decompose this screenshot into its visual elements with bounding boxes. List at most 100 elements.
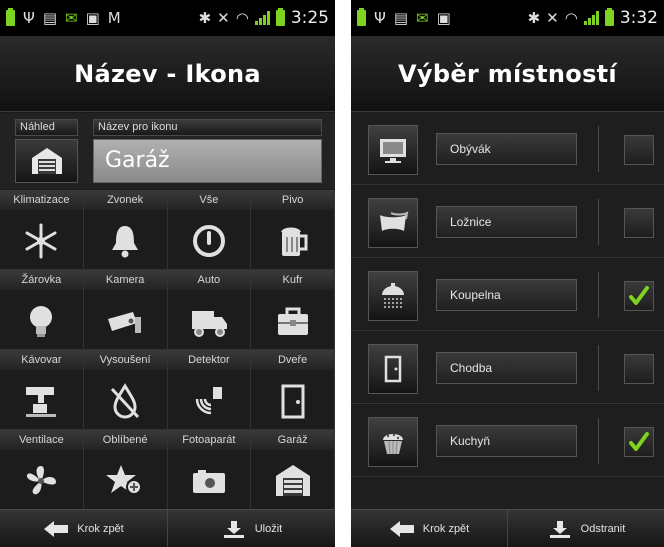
garage-icon bbox=[275, 464, 310, 496]
icon-cell-detektor[interactable]: Detektor bbox=[167, 350, 252, 430]
icon-cell-pivo[interactable]: Pivo bbox=[251, 190, 335, 270]
battery-icon bbox=[275, 8, 285, 26]
pillow-icon bbox=[380, 211, 409, 231]
lightbulb-icon bbox=[30, 305, 53, 337]
room-name: Kuchyň bbox=[436, 425, 577, 457]
wifi-icon: ◠ bbox=[235, 8, 249, 27]
back-button-label: Krok zpět bbox=[77, 522, 124, 535]
room-row-chodba[interactable]: Chodba bbox=[351, 332, 664, 404]
icon-cell-label: Fotoaparát bbox=[167, 430, 251, 450]
icon-cell-kavovar[interactable]: Kávovar bbox=[0, 350, 84, 430]
wifi-icon: ◠ bbox=[564, 8, 578, 27]
icon-cell-vysouseni[interactable]: Vysoušení bbox=[83, 350, 168, 430]
icon-cell-label: Garáž bbox=[251, 430, 334, 450]
room-checkbox[interactable] bbox=[624, 208, 654, 238]
room-list: Obývák Ložnice Koupelna Chodba Kuchyň bbox=[351, 113, 664, 509]
signal-icon bbox=[583, 11, 599, 25]
back-button[interactable]: Krok zpět bbox=[0, 510, 168, 547]
status-bar: Ψ ▤ ✉ ▣ ✱ ✕ ◠ 3:32 bbox=[351, 0, 664, 36]
icon-cell-ventilace[interactable]: Ventilace bbox=[0, 430, 84, 510]
icon-cell-kufr[interactable]: Kufr bbox=[251, 270, 335, 350]
icon-cell-vse[interactable]: Vše bbox=[167, 190, 252, 270]
download-icon bbox=[549, 520, 570, 538]
icon-cell-oblibene[interactable]: Oblíbené bbox=[83, 430, 168, 510]
battery-icon bbox=[6, 8, 15, 26]
icon-name-screen: Ψ ▤ ✉ ▣ M ✱ ✕ ◠ 3:25 Název - Ikona Náhle… bbox=[0, 0, 335, 547]
star-add-icon bbox=[106, 464, 143, 495]
icon-cell-label: Ventilace bbox=[0, 430, 83, 450]
suitcase-icon bbox=[277, 307, 308, 335]
no-drop-icon bbox=[111, 382, 140, 418]
room-checkbox[interactable] bbox=[624, 281, 654, 311]
image-icon: ▣ bbox=[85, 8, 100, 27]
save-button-label: Uložit bbox=[254, 522, 283, 535]
delete-button[interactable]: Odstranit bbox=[508, 510, 664, 547]
bottom-bar: Krok zpět Odstranit bbox=[351, 509, 664, 547]
mute-icon: ✕ bbox=[546, 8, 559, 27]
arrow-left-icon bbox=[44, 520, 69, 537]
usb-icon: Ψ bbox=[23, 8, 35, 27]
room-selection-screen: Ψ ▤ ✉ ▣ ✱ ✕ ◠ 3:32 Výběr místností Obývá… bbox=[351, 0, 664, 547]
icon-cell-fotoaparat[interactable]: Fotoaparát bbox=[167, 430, 252, 510]
divider bbox=[598, 345, 599, 391]
sensor-icon bbox=[195, 386, 222, 414]
divider bbox=[598, 272, 599, 318]
icon-cell-label: Oblíbené bbox=[83, 430, 167, 450]
room-row-obyvak[interactable]: Obývák bbox=[351, 113, 664, 185]
mail-icon: ✉ bbox=[416, 8, 429, 27]
icon-cell-kamera[interactable]: Kamera bbox=[83, 270, 168, 350]
snowflake-icon bbox=[25, 223, 57, 258]
door-icon bbox=[384, 355, 402, 383]
icon-cell-zarovka[interactable]: Žárovka bbox=[0, 270, 84, 350]
bluetooth-icon: ✱ bbox=[527, 8, 541, 27]
fan-icon bbox=[27, 465, 57, 494]
check-icon bbox=[629, 432, 649, 451]
shower-icon bbox=[382, 283, 404, 308]
garage-icon bbox=[31, 148, 62, 174]
icon-cell-garaz[interactable]: Garáž bbox=[251, 430, 335, 510]
room-row-loznice[interactable]: Ložnice bbox=[351, 186, 664, 258]
clock: 3:25 bbox=[290, 8, 329, 28]
bluetooth-icon: ✱ bbox=[198, 8, 212, 27]
icon-cell-label: Vysoušení bbox=[83, 350, 167, 370]
icon-name-input[interactable]: Garáž bbox=[93, 139, 322, 183]
icon-cell-label: Zvonek bbox=[83, 190, 167, 210]
icon-cell-label: Kávovar bbox=[0, 350, 83, 370]
page-title: Název - Ikona bbox=[74, 59, 261, 88]
divider bbox=[598, 126, 599, 172]
room-checkbox[interactable] bbox=[624, 427, 654, 457]
room-checkbox[interactable] bbox=[624, 354, 654, 384]
mute-icon: ✕ bbox=[217, 8, 230, 27]
icon-cell-label: Auto bbox=[167, 270, 251, 290]
beer-icon bbox=[280, 227, 308, 256]
room-row-partial bbox=[351, 478, 664, 509]
divider bbox=[598, 199, 599, 245]
check-icon bbox=[629, 286, 649, 305]
bottom-bar: Krok zpět Uložit bbox=[0, 509, 335, 547]
camera-cctv-icon bbox=[108, 311, 142, 333]
coffee-machine-icon bbox=[26, 386, 57, 417]
bell-icon bbox=[112, 225, 139, 257]
power-icon bbox=[192, 224, 225, 257]
icon-cell-dvere[interactable]: Dveře bbox=[251, 350, 335, 430]
icon-cell-zvonek[interactable]: Zvonek bbox=[83, 190, 168, 270]
photo-camera-icon bbox=[192, 469, 225, 493]
icon-cell-auto[interactable]: Auto bbox=[167, 270, 252, 350]
room-name: Ložnice bbox=[436, 206, 577, 238]
icon-cell-label: Žárovka bbox=[0, 270, 83, 290]
room-row-kuchyn[interactable]: Kuchyň bbox=[351, 405, 664, 477]
icon-cell-label: Pivo bbox=[251, 190, 334, 210]
back-button[interactable]: Krok zpět bbox=[351, 510, 508, 547]
save-button[interactable]: Uložit bbox=[168, 510, 335, 547]
clock: 3:32 bbox=[619, 8, 658, 28]
back-button-label: Krok zpět bbox=[422, 522, 470, 535]
icon-cell-klimatizace[interactable]: Klimatizace bbox=[0, 190, 84, 270]
tv-icon bbox=[380, 139, 406, 163]
preview-row: Náhled Název pro ikonu Garáž bbox=[0, 113, 335, 189]
title-bar: Výběr místností bbox=[351, 36, 664, 112]
download-icon bbox=[223, 520, 244, 538]
room-name: Obývák bbox=[436, 133, 577, 165]
room-checkbox[interactable] bbox=[624, 135, 654, 165]
icon-cell-label: Kamera bbox=[83, 270, 167, 290]
room-row-koupelna[interactable]: Koupelna bbox=[351, 259, 664, 331]
